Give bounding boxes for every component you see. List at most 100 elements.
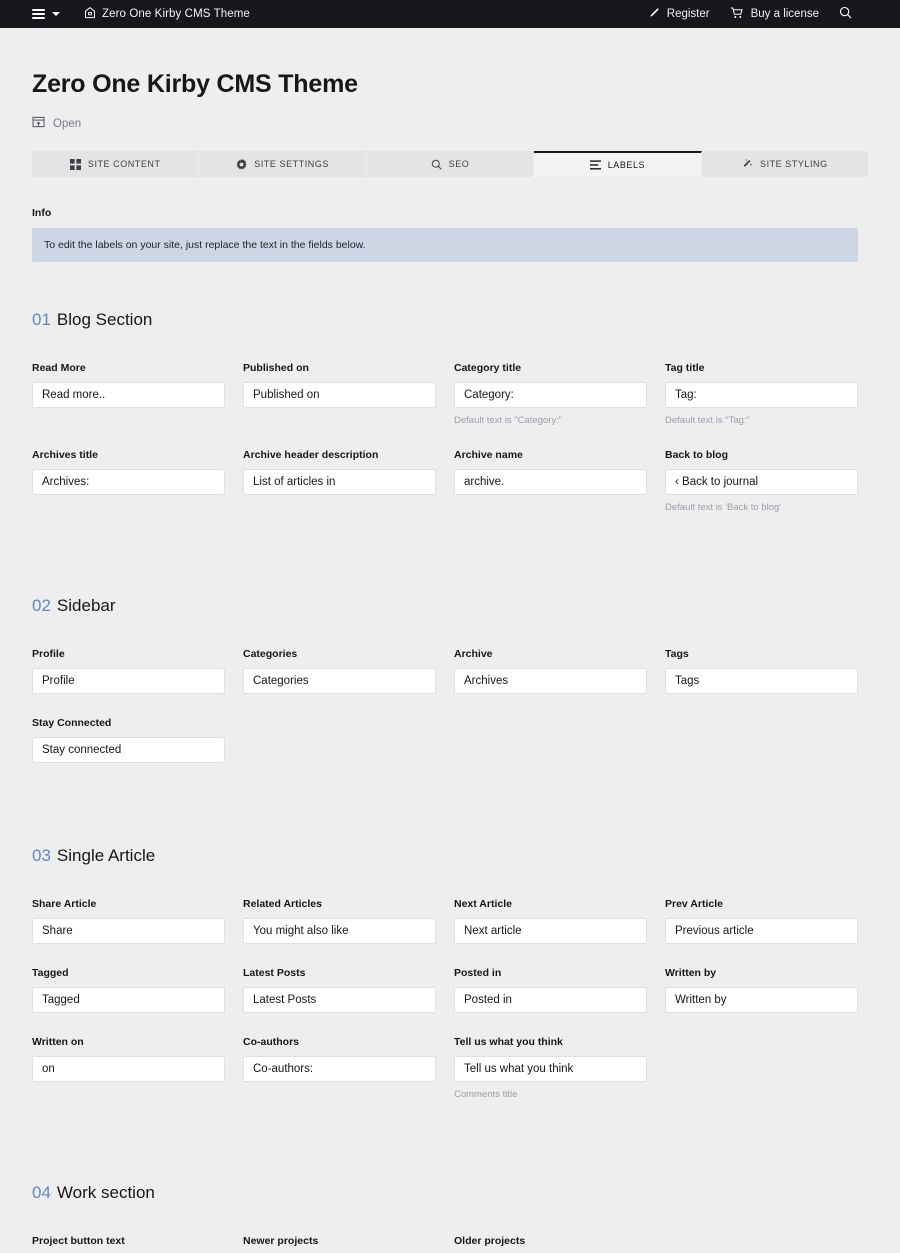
open-button[interactable]: Open: [32, 115, 868, 133]
input-share-article[interactable]: [32, 918, 225, 944]
input-prev-article[interactable]: [665, 918, 858, 944]
register-link[interactable]: Register: [648, 7, 710, 22]
field-label: Project button text: [32, 1235, 125, 1247]
row-gap: [32, 426, 868, 449]
input-published-on[interactable]: [243, 382, 436, 408]
field-next-article: Next Article: [454, 898, 665, 944]
field-label: Tagged: [32, 967, 69, 979]
field-older-projects: Older projects: [454, 1235, 665, 1253]
field-row: Written on Co-authors Tell us what you thi…: [32, 1036, 868, 1100]
input-written-by[interactable]: [665, 987, 858, 1013]
tab-seo[interactable]: SEO: [366, 151, 535, 177]
menu-button[interactable]: [14, 7, 66, 22]
input-stay-connected[interactable]: [32, 737, 225, 763]
field-row: Archives title Archive header description…: [32, 449, 868, 513]
tab-label: SEO: [448, 159, 470, 169]
field-prev-article: Prev Article: [665, 898, 876, 944]
field-profile: Profile: [32, 648, 243, 694]
buy-license-link[interactable]: Buy a license: [730, 7, 819, 22]
field-label: Prev Article: [665, 898, 723, 910]
site-title: Zero One Kirby CMS Theme: [102, 8, 250, 20]
lines-icon: [589, 160, 601, 170]
field-tell-us-what-you-think: Tell us what you think Comments title: [454, 1036, 665, 1100]
row-gap: [32, 1100, 868, 1123]
grid-blocks-icon: [69, 158, 81, 170]
section-title-text: Sidebar: [56, 596, 116, 615]
tab-labels[interactable]: LABELS: [534, 151, 702, 177]
input-written-on[interactable]: [32, 1056, 225, 1082]
field-label: Tag title: [665, 362, 705, 374]
section-title-text: Blog Section: [56, 310, 153, 329]
tab-site-styling[interactable]: SITE STYLING: [701, 151, 869, 177]
field-label: Category title: [454, 362, 522, 374]
input-tag-title[interactable]: [665, 382, 858, 408]
field-label: Archive header description: [243, 449, 379, 461]
input-read-more[interactable]: [32, 382, 225, 408]
field-label: Stay Connected: [32, 717, 112, 729]
topbar: Zero One Kirby CMS Theme Register Buy a …: [0, 0, 900, 28]
field-help-text: Default text is 'Back to blog': [665, 502, 782, 513]
field-share-article: Share Article: [32, 898, 243, 944]
field-label: Archive: [454, 648, 493, 660]
section-title-text: Single Article: [56, 846, 156, 865]
field-published-on: Published on: [243, 362, 454, 426]
field-archive: Archive: [454, 648, 665, 694]
site-breadcrumb[interactable]: Zero One Kirby CMS Theme: [84, 6, 250, 22]
section-number: 03: [32, 846, 51, 865]
search-button[interactable]: [839, 6, 852, 22]
input-archive-header-description[interactable]: [243, 469, 436, 495]
field-archive-header-description: Archive header description: [243, 449, 454, 513]
page: Zero One Kirby CMS Theme Open SITE CONTE…: [0, 28, 900, 1253]
input-tagged[interactable]: [32, 987, 225, 1013]
input-categories[interactable]: [243, 668, 436, 694]
section-heading: 03 Single Article: [32, 846, 868, 866]
section-title-text: Work section: [56, 1183, 155, 1202]
register-label: Register: [666, 8, 710, 20]
section-single-article: 03 Single Article Share Article Related Art…: [32, 846, 868, 1175]
tab-site-content[interactable]: SITE CONTENT: [32, 151, 200, 177]
input-profile[interactable]: [32, 668, 225, 694]
field-newer-projects: Newer projects: [243, 1235, 454, 1253]
row-gap: [32, 513, 868, 536]
field-label: Newer projects: [243, 1235, 319, 1247]
wand-icon: [742, 158, 753, 170]
tab-label: SITE STYLING: [760, 159, 828, 169]
field-label: Written on: [32, 1036, 84, 1048]
input-archives-title[interactable]: [32, 469, 225, 495]
info-box: To edit the labels on your site, just re…: [32, 228, 858, 262]
input-tags[interactable]: [665, 668, 858, 694]
input-next-article[interactable]: [454, 918, 647, 944]
field-label: Back to blog: [665, 449, 729, 461]
field-written-on: Written on: [32, 1036, 243, 1100]
field-tagged: Tagged: [32, 967, 243, 1013]
field-label: Archives title: [32, 449, 98, 461]
section-heading: 02 Sidebar: [32, 596, 868, 616]
open-external-icon: [32, 115, 45, 133]
topbar-left: Zero One Kirby CMS Theme: [14, 6, 250, 22]
input-latest-posts[interactable]: [243, 987, 436, 1013]
field-categories: Categories: [243, 648, 454, 694]
input-related-articles[interactable]: [243, 918, 436, 944]
field-label: Older projects: [454, 1235, 526, 1247]
field-back-to-blog: Back to blog Default text is 'Back to blo…: [665, 449, 876, 513]
field-label: Posted in: [454, 967, 502, 979]
field-label: Next Article: [454, 898, 512, 910]
section-blog-section: 01 Blog Section Read More Published on Categ…: [32, 310, 868, 588]
input-co-authors[interactable]: [243, 1056, 436, 1082]
field-help-text: Default text is "Tag:": [665, 415, 750, 426]
input-back-to-blog[interactable]: [665, 469, 858, 495]
sections-root: 01 Blog Section Read More Published on Categ…: [32, 310, 868, 1253]
input-posted-in[interactable]: [454, 987, 647, 1013]
input-archive[interactable]: [454, 668, 647, 694]
field-related-articles: Related Articles: [243, 898, 454, 944]
home-icon: [84, 6, 96, 22]
field-label: Co-authors: [243, 1036, 299, 1048]
tab-site-settings[interactable]: SITE SETTINGS: [199, 151, 367, 177]
field-label: Archive name: [454, 449, 523, 461]
input-category-title[interactable]: [454, 382, 647, 408]
input-tell-us-what-you-think[interactable]: [454, 1056, 647, 1082]
input-archive-name[interactable]: [454, 469, 647, 495]
field-co-authors: Co-authors: [243, 1036, 454, 1100]
